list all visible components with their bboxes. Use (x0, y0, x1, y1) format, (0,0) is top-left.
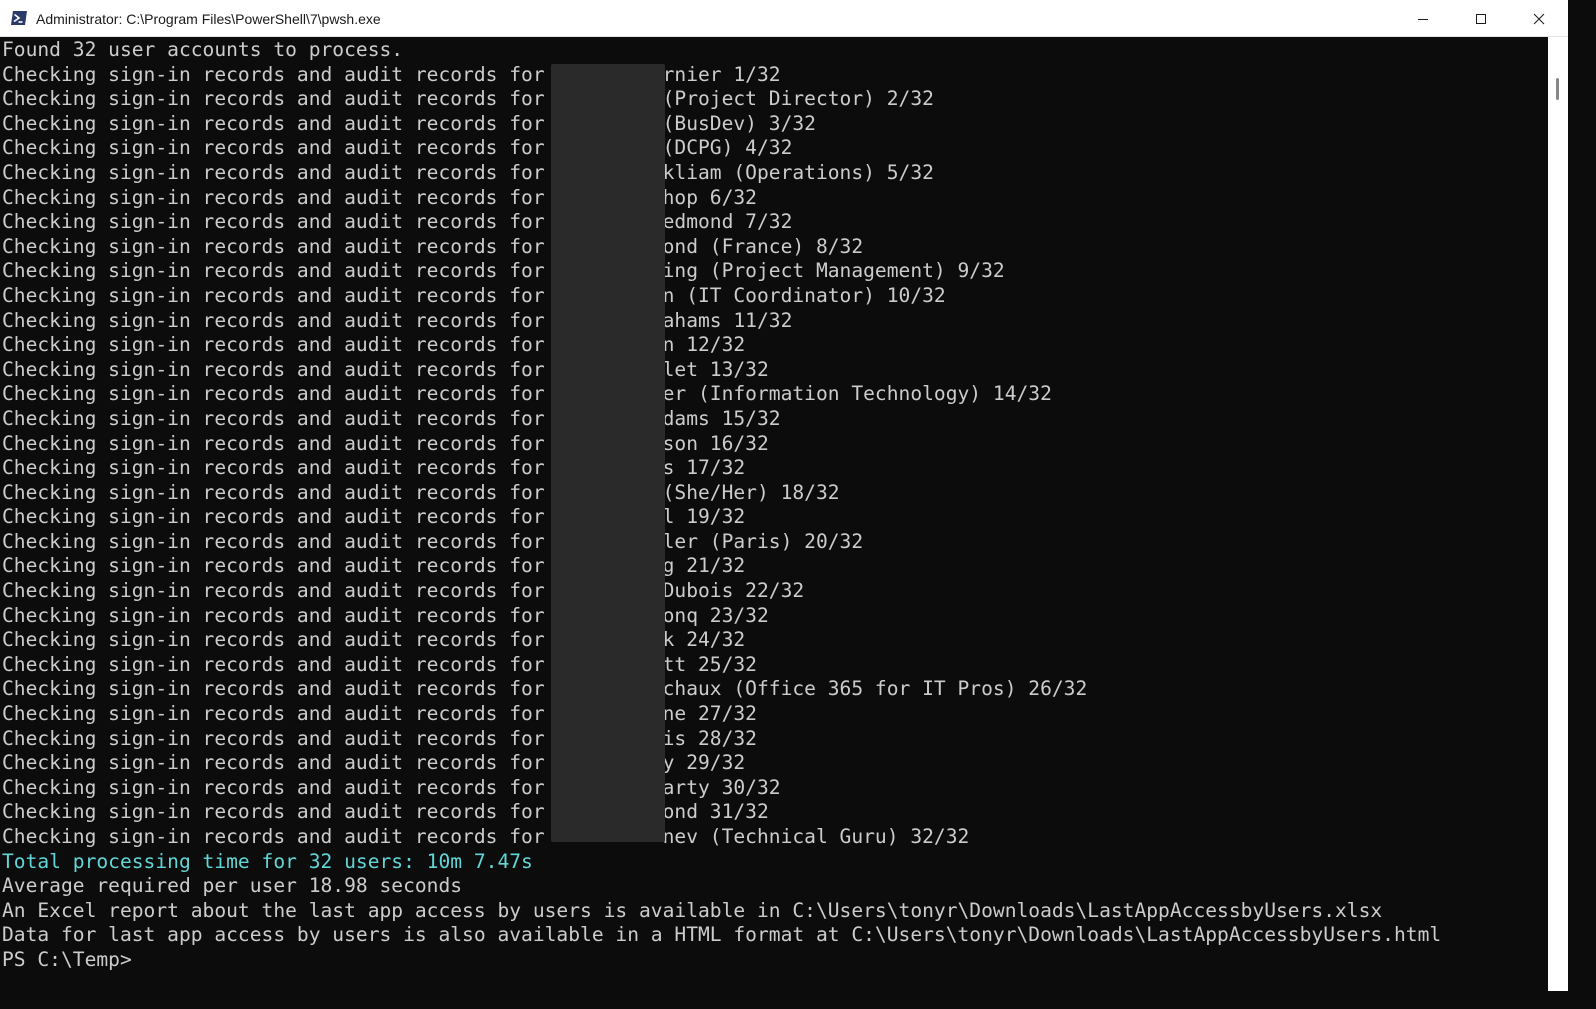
terminal-line: Checking sign-in records and audit recor… (2, 333, 746, 357)
terminal-line: Checking sign-in records and audit recor… (2, 579, 805, 603)
close-button[interactable] (1510, 0, 1568, 37)
terminal-line: Checking sign-in records and audit recor… (2, 480, 840, 504)
window-title: Administrator: C:\Program Files\PowerShe… (36, 11, 381, 27)
terminal-line: Checking sign-in records and audit recor… (2, 234, 864, 258)
terminal-line: Checking sign-in records and audit recor… (2, 529, 864, 553)
terminal-line: PS C:\Temp> (2, 947, 132, 971)
terminal-line: Found 32 user accounts to process. (2, 38, 404, 61)
terminal-line: Checking sign-in records and audit recor… (2, 87, 934, 111)
terminal-line: Checking sign-in records and audit recor… (2, 308, 793, 332)
minimize-button[interactable] (1394, 0, 1452, 37)
terminal-line: Checking sign-in records and audit recor… (2, 825, 970, 848)
terminal-line: Checking sign-in records and audit recor… (2, 800, 769, 824)
powershell-icon (10, 10, 28, 26)
terminal-line: Checking sign-in records and audit recor… (2, 702, 757, 726)
terminal-line: Checking sign-in records and audit recor… (2, 505, 746, 529)
terminal-line: Checking sign-in records and audit recor… (2, 456, 746, 480)
minimize-icon (1417, 13, 1429, 25)
vertical-scrollbar[interactable] (1548, 37, 1568, 991)
terminal-line: Checking sign-in records and audit recor… (2, 210, 793, 234)
terminal-line: Checking sign-in records and audit recor… (2, 111, 816, 135)
close-icon (1533, 13, 1545, 25)
terminal-lines: Found 32 user accounts to process. Checki… (2, 38, 1441, 973)
terminal-line: Checking sign-in records and audit recor… (2, 283, 946, 307)
terminal-line: Data for last app access by users is als… (2, 923, 1442, 947)
terminal-output[interactable]: Found 32 user accounts to process. Checki… (0, 37, 1548, 991)
terminal-line: An Excel report about the last app acces… (2, 898, 1383, 922)
terminal-line: Checking sign-in records and audit recor… (2, 136, 793, 160)
terminal-line: Checking sign-in records and audit recor… (2, 160, 934, 184)
maximize-icon (1475, 13, 1487, 25)
terminal-line: Checking sign-in records and audit recor… (2, 259, 1005, 283)
terminal-line: Checking sign-in records and audit recor… (2, 357, 769, 381)
terminal-line: Checking sign-in records and audit recor… (2, 677, 1088, 701)
terminal-line: Checking sign-in records and audit recor… (2, 751, 746, 775)
terminal-line: Checking sign-in records and audit recor… (2, 406, 781, 430)
terminal-line: Checking sign-in records and audit recor… (2, 603, 769, 627)
terminal-line: Average required per user 18.98 seconds (2, 874, 463, 898)
scrollbar-thumb[interactable] (1556, 78, 1559, 100)
terminal-line: Checking sign-in records and audit recor… (2, 62, 781, 86)
maximize-button[interactable] (1452, 0, 1510, 37)
terminal-line: Checking sign-in records and audit recor… (2, 628, 746, 652)
terminal-line: Checking sign-in records and audit recor… (2, 726, 757, 750)
terminal-line: Total processing time for 32 users: 10m … (2, 849, 533, 873)
terminal-line: Checking sign-in records and audit recor… (2, 554, 746, 578)
terminal-line: Checking sign-in records and audit recor… (2, 382, 1052, 406)
terminal-line: Checking sign-in records and audit recor… (2, 775, 781, 799)
terminal-line: Checking sign-in records and audit recor… (2, 431, 769, 455)
redaction-blur (551, 64, 665, 842)
terminal-line: Checking sign-in records and audit recor… (2, 652, 757, 676)
terminal-line: Checking sign-in records and audit recor… (2, 185, 757, 209)
title-bar[interactable]: Administrator: C:\Program Files\PowerShe… (0, 0, 1568, 37)
